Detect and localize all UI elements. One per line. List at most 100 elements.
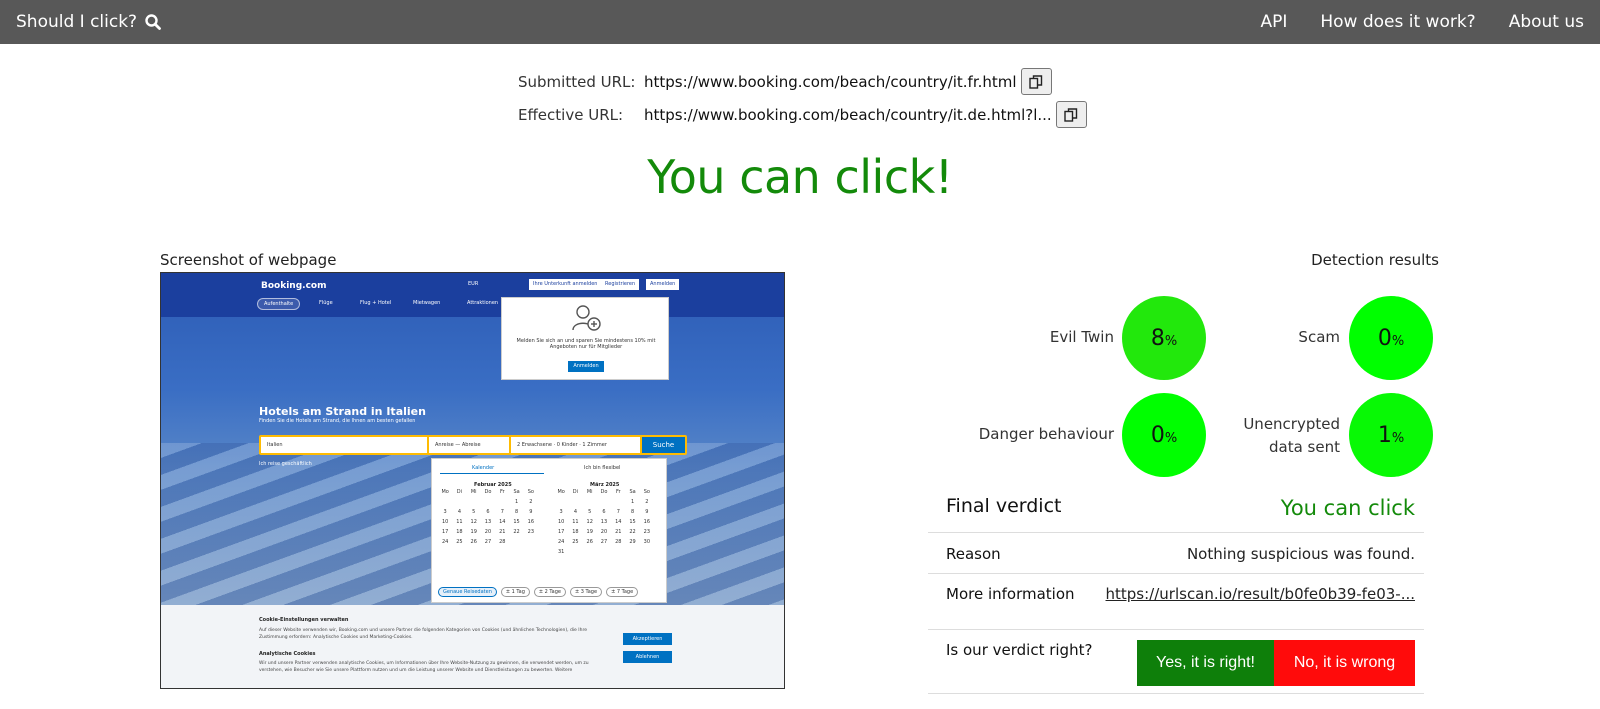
screenshot-day: 6 xyxy=(486,509,490,515)
brand-text: Should I click? xyxy=(16,12,138,32)
verdict-wrong-button[interactable]: No, it is wrong xyxy=(1274,640,1415,686)
screenshot-day: 26 xyxy=(470,539,477,545)
screenshot-day: 1 xyxy=(514,499,519,505)
submitted-url-label: Submitted URL: xyxy=(518,72,636,91)
nav-api-link[interactable]: API xyxy=(1260,12,1287,32)
screenshot-month: Februar 2025 xyxy=(474,482,512,488)
screenshot-day xyxy=(495,499,509,505)
screenshot-cookie-text2: Wir und unsere Partner verwenden analyti… xyxy=(259,661,589,673)
screenshot-day xyxy=(452,499,466,505)
screenshot-flex-chip: ± 1 Tag xyxy=(500,587,530,597)
screenshot-cal-tab: Kalender xyxy=(472,465,495,471)
nav-about-link[interactable]: About us xyxy=(1509,12,1584,32)
screenshot-day: 25 xyxy=(572,539,579,545)
screenshot-day: 5 xyxy=(472,509,476,515)
screenshot-day: 7 xyxy=(616,509,620,515)
screenshot-day xyxy=(597,499,611,505)
screenshot-day: 13 xyxy=(600,519,608,525)
screenshot-day: 30 xyxy=(643,539,651,545)
screenshot-day: 29 xyxy=(629,539,636,545)
final-verdict-label: Final verdict xyxy=(946,495,1062,517)
nav-how-it-works-link[interactable]: How does it work? xyxy=(1320,12,1475,32)
screenshot-day: 18 xyxy=(456,529,463,535)
more-info-label: More information xyxy=(946,585,1075,603)
screenshot-day: 4 xyxy=(457,509,462,515)
screenshot-day: 26 xyxy=(586,539,593,545)
final-verdict-value: You can click xyxy=(1280,496,1415,520)
urlscan-result-link[interactable]: https://urlscan.io/result/b0fe0b39-fe03-… xyxy=(1106,585,1415,603)
screenshot-day: 6 xyxy=(602,509,606,515)
screenshot-day: 10 xyxy=(441,519,449,525)
screenshot-cookie-text: Auf dieser Website verwenden wir, Bookin… xyxy=(259,628,587,640)
screenshot-weekday: Mi xyxy=(470,489,477,495)
screenshot-day xyxy=(467,499,481,505)
screenshot-day: 17 xyxy=(441,529,449,535)
screenshot-cal-tab: Ich bin flexibel xyxy=(584,465,621,471)
verdict-right-button[interactable]: Yes, it is right! xyxy=(1137,640,1274,686)
screenshot-day: 13 xyxy=(484,519,492,525)
screenshot-day: 14 xyxy=(499,519,506,525)
unencrypted-data-value: 1 xyxy=(1377,422,1392,448)
screenshot-weekday: Sa xyxy=(513,489,520,495)
scam-score: 0% xyxy=(1349,296,1433,380)
divider xyxy=(928,532,1424,533)
screenshot-decline-button: Ablehnen xyxy=(623,651,672,663)
nav-links: API How does it work? About us xyxy=(1260,12,1584,32)
danger-behaviour-value: 0 xyxy=(1150,422,1165,448)
divider xyxy=(928,629,1424,630)
top-navbar: Should I click? API How does it work? Ab… xyxy=(0,0,1600,44)
effective-url-value: https://www.booking.com/beach/country/it… xyxy=(644,105,1052,124)
evil-twin-label: Evil Twin xyxy=(1049,328,1114,346)
screenshot-day: 4 xyxy=(573,509,578,515)
submitted-url-value: https://www.booking.com/beach/country/it… xyxy=(644,72,1017,91)
screenshot-day: 28 xyxy=(499,539,506,545)
screenshot-weekday: Sa xyxy=(629,489,636,495)
screenshot-weekday: Di xyxy=(572,489,579,495)
screenshot-day: 17 xyxy=(557,529,565,535)
screenshot-weekday: Mi xyxy=(586,489,593,495)
screenshot-month: März 2025 xyxy=(590,482,620,488)
screenshot-guests: 2 Erwachsene · 0 Kinder · 1 Zimmer xyxy=(511,437,640,453)
screenshot-destination: Italien xyxy=(261,437,427,453)
screenshot-day: 23 xyxy=(643,529,651,535)
screenshot-day: 22 xyxy=(629,529,636,535)
screenshot-currency: EUR xyxy=(468,281,479,287)
screenshot-popup-button: Anmelden xyxy=(568,361,604,372)
screenshot-tab: Aufenthalte xyxy=(257,298,301,310)
copy-effective-url-button[interactable] xyxy=(1055,101,1087,128)
screenshot-weekday: Mo xyxy=(557,489,565,495)
divider xyxy=(928,573,1424,574)
add-user-icon xyxy=(572,305,601,331)
screenshot-business-checkbox: Ich reise geschäftlich xyxy=(259,461,312,467)
copy-icon xyxy=(1064,107,1078,122)
unencrypted-data-label: Unencrypted data sent xyxy=(1243,415,1340,456)
screenshot-day: 27 xyxy=(600,539,608,545)
screenshot-day xyxy=(611,499,625,505)
screenshot-day: 3 xyxy=(559,509,563,515)
screenshot-day: 19 xyxy=(470,529,477,535)
screenshot-day: 12 xyxy=(586,519,593,525)
screenshot-day: 9 xyxy=(529,509,533,515)
scam-label: Scam xyxy=(1298,328,1340,346)
reason-value: Nothing suspicious was found. xyxy=(1186,545,1415,563)
screenshot-subtitle: Finden Sie die Hotels am Strand, die Ihn… xyxy=(259,418,416,424)
detection-results-label: Detection results xyxy=(1311,251,1439,269)
screenshot-day: 27 xyxy=(484,539,492,545)
screenshot-weekday: Do xyxy=(600,489,608,495)
screenshot-day xyxy=(554,499,568,505)
copy-submitted-url-button[interactable] xyxy=(1020,68,1052,95)
screenshot-day: 21 xyxy=(615,529,622,535)
screenshot-day: 14 xyxy=(615,519,622,525)
screenshot-flex-chip: Genaue Reisedaten xyxy=(438,587,497,597)
screenshot-cookie-subtitle: Analytische Cookies xyxy=(259,651,316,657)
screenshot-signin: Anmelden xyxy=(646,279,680,290)
screenshot-tab: Mietwagen xyxy=(413,300,441,306)
screenshot-day: 2 xyxy=(529,499,533,505)
divider xyxy=(928,693,1424,694)
screenshot-day: 24 xyxy=(557,539,565,545)
danger-behaviour-score: 0% xyxy=(1122,393,1206,477)
screenshot-mar-grid: Mo Di Mi Do Fr Sa So 1 2 3 4 5 6 7 8 9 10 11 12 13 14 15 16 17 1… xyxy=(554,489,654,555)
screenshot-searchbar: Italien Anreise — Abreise 2 Erwachsene ·… xyxy=(259,435,687,455)
brand-link[interactable]: Should I click? xyxy=(16,12,161,32)
screenshot-accept-button: Akzeptieren xyxy=(623,633,672,645)
